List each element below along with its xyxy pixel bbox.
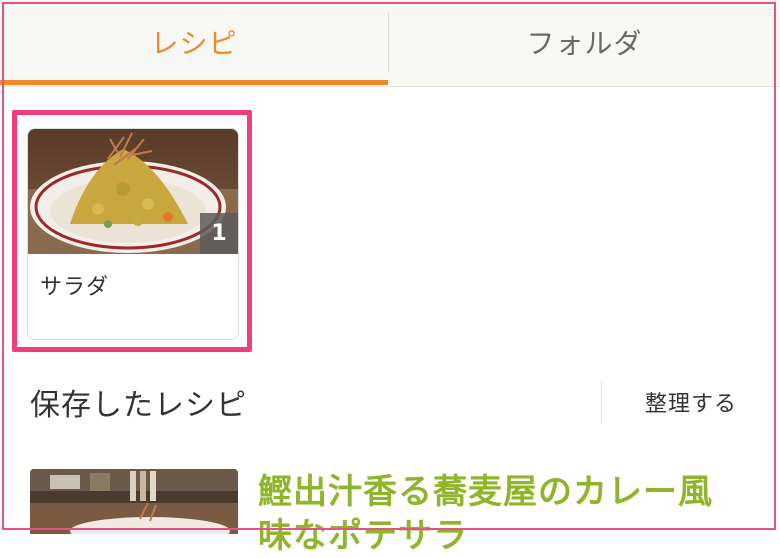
recipe-photo-image: [30, 469, 238, 534]
folder-card[interactable]: 1 サラダ: [27, 128, 239, 340]
tab-folder[interactable]: フォルダ: [389, 0, 780, 84]
folder-thumbnail: 1: [28, 129, 238, 254]
tab-bar: レシピ フォルダ: [0, 0, 780, 87]
recipe-count-badge: 1: [200, 213, 238, 254]
recipe-title-line2: 味なポテサラ: [258, 516, 468, 556]
saved-recipes-heading: 保存したレシピ: [30, 388, 247, 423]
organize-button[interactable]: 整理する: [645, 386, 737, 418]
recipe-title[interactable]: 鰹出汁香る蕎麦屋のカレー風 味なポテサラ: [258, 470, 758, 558]
tab-folder-label: フォルダ: [526, 27, 643, 60]
recipe-title-line1: 鰹出汁香る蕎麦屋のカレー風: [258, 472, 713, 512]
header-divider: [601, 380, 602, 424]
recipe-thumbnail[interactable]: [30, 469, 238, 534]
tab-recipe[interactable]: レシピ: [0, 0, 388, 84]
folder-title: サラダ: [40, 275, 110, 300]
tab-recipe-label: レシピ: [150, 27, 238, 60]
active-tab-indicator: [0, 80, 388, 85]
